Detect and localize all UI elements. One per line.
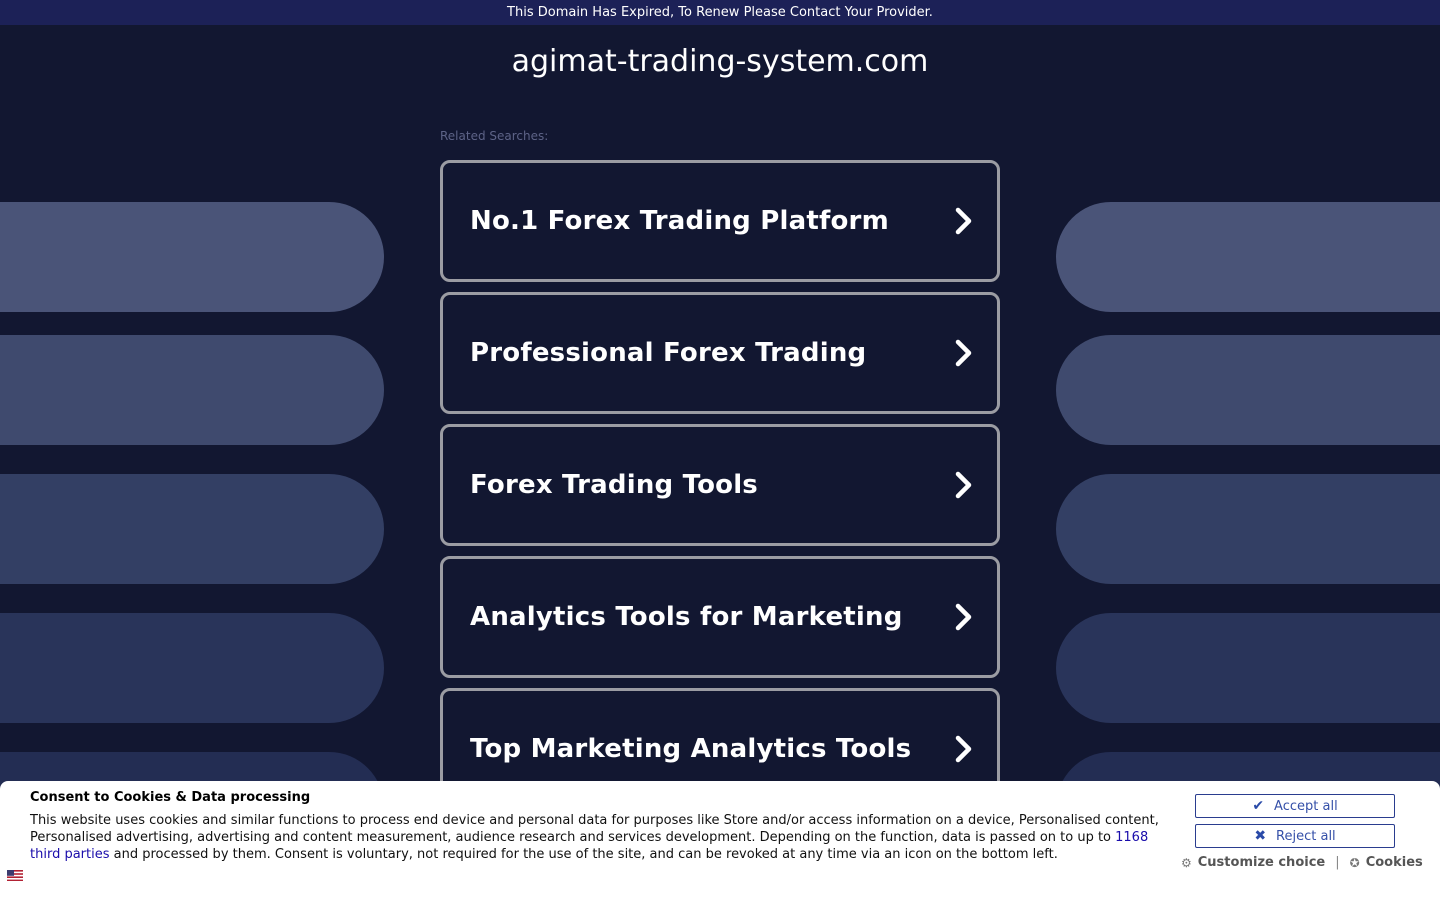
chevron-right-icon (955, 603, 972, 631)
related-search-list: No.1 Forex Trading Platform Professional… (440, 160, 1000, 820)
accept-all-button[interactable]: ✔ Accept all (1195, 794, 1395, 818)
related-search-link[interactable]: No.1 Forex Trading Platform (440, 160, 1000, 282)
flag-icon[interactable] (7, 870, 23, 881)
customize-choice-link[interactable]: Customize choice (1198, 855, 1325, 870)
chevron-right-icon (955, 207, 972, 235)
consent-title: Consent to Cookies & Data processing (30, 790, 311, 805)
decorative-pill-right-1 (1056, 202, 1440, 312)
decorative-pill-left-1 (0, 202, 384, 312)
related-search-link[interactable]: Professional Forex Trading (440, 292, 1000, 414)
expired-banner: This Domain Has Expired, To Renew Please… (0, 0, 1440, 25)
check-icon: ✔ (1252, 798, 1265, 814)
related-search-link[interactable]: Forex Trading Tools (440, 424, 1000, 546)
chevron-right-icon (955, 471, 972, 499)
related-search-label: Forex Trading Tools (470, 470, 758, 500)
decorative-pill-left-2 (0, 335, 384, 445)
related-search-label: Professional Forex Trading (470, 338, 867, 368)
decorative-pill-right-3 (1056, 474, 1440, 584)
cookie-consent-panel: Consent to Cookies & Data processing Thi… (0, 781, 1440, 900)
cookie-icon: ✪ (1349, 855, 1360, 870)
related-search-label: Analytics Tools for Marketing (470, 602, 903, 632)
expired-banner-text: This Domain Has Expired, To Renew Please… (507, 5, 933, 20)
decorative-pill-left-4 (0, 613, 384, 723)
consent-text-before: This website uses cookies and similar fu… (30, 813, 1159, 845)
x-icon: ✖ (1254, 828, 1267, 844)
reject-all-button[interactable]: ✖ Reject all (1195, 824, 1395, 848)
consent-text: This website uses cookies and similar fu… (30, 812, 1162, 863)
gear-icon: ⚙ (1181, 855, 1192, 870)
chevron-right-icon (955, 339, 972, 367)
cookies-link[interactable]: Cookies (1366, 855, 1423, 870)
chevron-right-icon (955, 735, 972, 763)
consent-footer-links: ⚙ Customize choice | ✪ Cookies (1181, 855, 1423, 870)
decorative-pill-right-4 (1056, 613, 1440, 723)
link-separator: | (1335, 855, 1340, 870)
domain-title: agimat-trading-system.com (511, 44, 929, 79)
related-search-label: Top Marketing Analytics Tools (470, 734, 912, 764)
reject-all-label: Reject all (1276, 828, 1336, 844)
accept-all-label: Accept all (1274, 798, 1338, 814)
related-searches-label: Related Searches: (440, 129, 549, 143)
decorative-pill-left-3 (0, 474, 384, 584)
related-search-link[interactable]: Analytics Tools for Marketing (440, 556, 1000, 678)
related-search-label: No.1 Forex Trading Platform (470, 206, 889, 236)
decorative-pill-right-2 (1056, 335, 1440, 445)
consent-text-after: and processed by them. Consent is volunt… (109, 847, 1058, 862)
